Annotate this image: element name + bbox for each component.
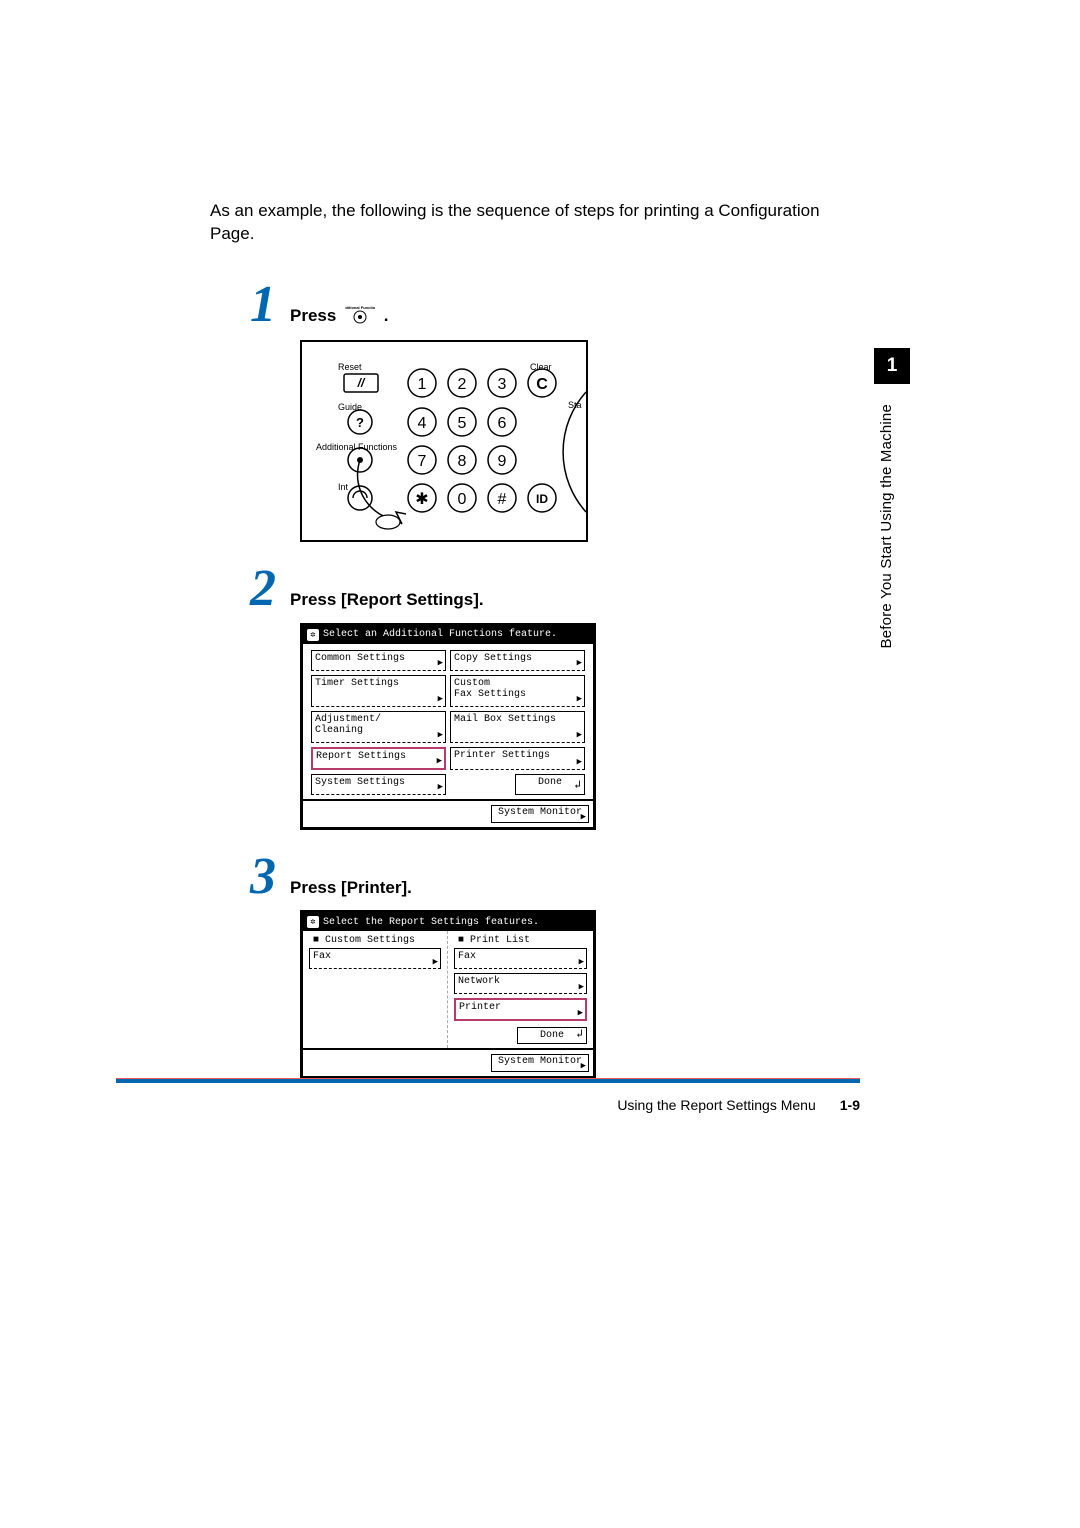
screen3-right: ■ Print List Fax▶ Network▶ Printer▶ Done… [448, 931, 593, 1048]
svg-text:4: 4 [418, 415, 427, 432]
step-1-number: 1 [250, 282, 276, 329]
additional-functions-icon: Additional Functions [345, 303, 375, 330]
system-monitor-button[interactable]: System Monitor▶ [491, 805, 589, 823]
screen2-footer: System Monitor▶ [303, 799, 593, 827]
keypad-svg: // ? [302, 342, 586, 540]
svg-text:C: C [536, 376, 548, 393]
af-icon-label: Additional Functions [345, 305, 375, 310]
step-2-head: 2 Press [Report Settings]. [250, 566, 822, 613]
svg-text:?: ? [356, 415, 364, 430]
btn-fax-custom[interactable]: Fax▶ [309, 948, 441, 969]
btn-printer-settings[interactable]: Printer Settings▶ [450, 747, 585, 770]
btn-system-settings[interactable]: System Settings▶ [311, 774, 446, 795]
svg-text:0: 0 [458, 491, 467, 508]
step-3-text: Press [Printer]. [290, 878, 412, 898]
custom-settings-label: ■ Custom Settings [309, 935, 441, 948]
system-monitor-button[interactable]: System Monitor▶ [491, 1054, 589, 1072]
side-tab: 1 Before You Start Using the Machine [870, 348, 910, 888]
btn-printer[interactable]: Printer▶ [454, 998, 587, 1021]
footer-row: Using the Report Settings Menu 1-9 [116, 1097, 860, 1113]
btn-report-settings[interactable]: Report Settings▶ [311, 747, 446, 770]
screen3-footer: System Monitor▶ [303, 1048, 593, 1076]
screen2-header: ✲ Select an Additional Functions feature… [303, 626, 593, 644]
svg-text:✱: ✱ [415, 491, 428, 508]
svg-text:8: 8 [458, 453, 467, 470]
svg-text:6: 6 [498, 415, 507, 432]
done-row: Done↲ [450, 774, 585, 795]
done-button[interactable]: Done↲ [515, 774, 585, 795]
chapter-tab: 1 [874, 348, 910, 384]
gear-icon: ✲ [307, 916, 319, 928]
footer-title: Using the Report Settings Menu [617, 1097, 815, 1113]
svg-text://: // [357, 376, 366, 390]
btn-fax-print[interactable]: Fax▶ [454, 948, 587, 969]
btn-adjustment-cleaning[interactable]: Adjustment/ Cleaning▶ [311, 711, 446, 743]
btn-network[interactable]: Network▶ [454, 973, 587, 994]
screen2-grid: Common Settings▶ Copy Settings▶ Timer Se… [303, 644, 593, 799]
btn-timer-settings[interactable]: Timer Settings▶ [311, 675, 446, 707]
svg-text:3: 3 [498, 376, 507, 393]
done-button[interactable]: Done↲ [517, 1027, 587, 1044]
gear-icon: ✲ [307, 629, 319, 641]
keypad-figure: Reset Guide Additional Functions Int Cle… [300, 340, 822, 542]
screen3-shot: ✲ Select the Report Settings features. ■… [300, 910, 596, 1079]
step-1-text: Press Additional Functions . [290, 303, 389, 330]
intro-text: As an example, the following is the sequ… [210, 200, 822, 246]
step-2-number: 2 [250, 566, 276, 613]
keypad-panel: Reset Guide Additional Functions Int Cle… [300, 340, 588, 542]
print-list-label: ■ Print List [454, 935, 587, 948]
content-column: As an example, the following is the sequ… [210, 200, 822, 1103]
step-2: 2 Press [Report Settings]. ✲ Select an A… [210, 566, 822, 830]
svg-text:ID: ID [536, 492, 548, 506]
btn-mail-box-settings[interactable]: Mail Box Settings▶ [450, 711, 585, 743]
screen3-body: ■ Custom Settings Fax▶ ■ Print List Fax▶… [303, 931, 593, 1048]
screen3-left: ■ Custom Settings Fax▶ [303, 931, 448, 1048]
step-3-number: 3 [250, 854, 276, 901]
screen3: ✲ Select the Report Settings features. ■… [300, 910, 822, 1079]
svg-text:1: 1 [418, 376, 427, 393]
step-3: 3 Press [Printer]. ✲ Select the Report S… [210, 854, 822, 1080]
btn-common-settings[interactable]: Common Settings▶ [311, 650, 446, 671]
screen3-header: ✲ Select the Report Settings features. [303, 913, 593, 931]
page-number: 1-9 [840, 1097, 860, 1113]
step-1-head: 1 Press Additional Functions . [250, 282, 822, 330]
step-3-head: 3 Press [Printer]. [250, 854, 822, 901]
btn-custom-fax-settings[interactable]: Custom Fax Settings▶ [450, 675, 585, 707]
screen2: ✲ Select an Additional Functions feature… [300, 623, 822, 830]
step-1: 1 Press Additional Functions . Rese [210, 282, 822, 542]
footer-rule [116, 1078, 860, 1083]
svg-text:2: 2 [458, 376, 467, 393]
page-footer: Using the Report Settings Menu 1-9 [116, 1078, 860, 1113]
step-2-text: Press [Report Settings]. [290, 590, 484, 610]
svg-text:9: 9 [498, 453, 507, 470]
svg-text:#: # [498, 491, 507, 508]
page: As an example, the following is the sequ… [0, 0, 1080, 1528]
svg-text:5: 5 [458, 415, 467, 432]
chapter-title: Before You Start Using the Machine [878, 404, 895, 648]
screen2-shot: ✲ Select an Additional Functions feature… [300, 623, 596, 830]
btn-copy-settings[interactable]: Copy Settings▶ [450, 650, 585, 671]
svg-text:7: 7 [418, 453, 427, 470]
